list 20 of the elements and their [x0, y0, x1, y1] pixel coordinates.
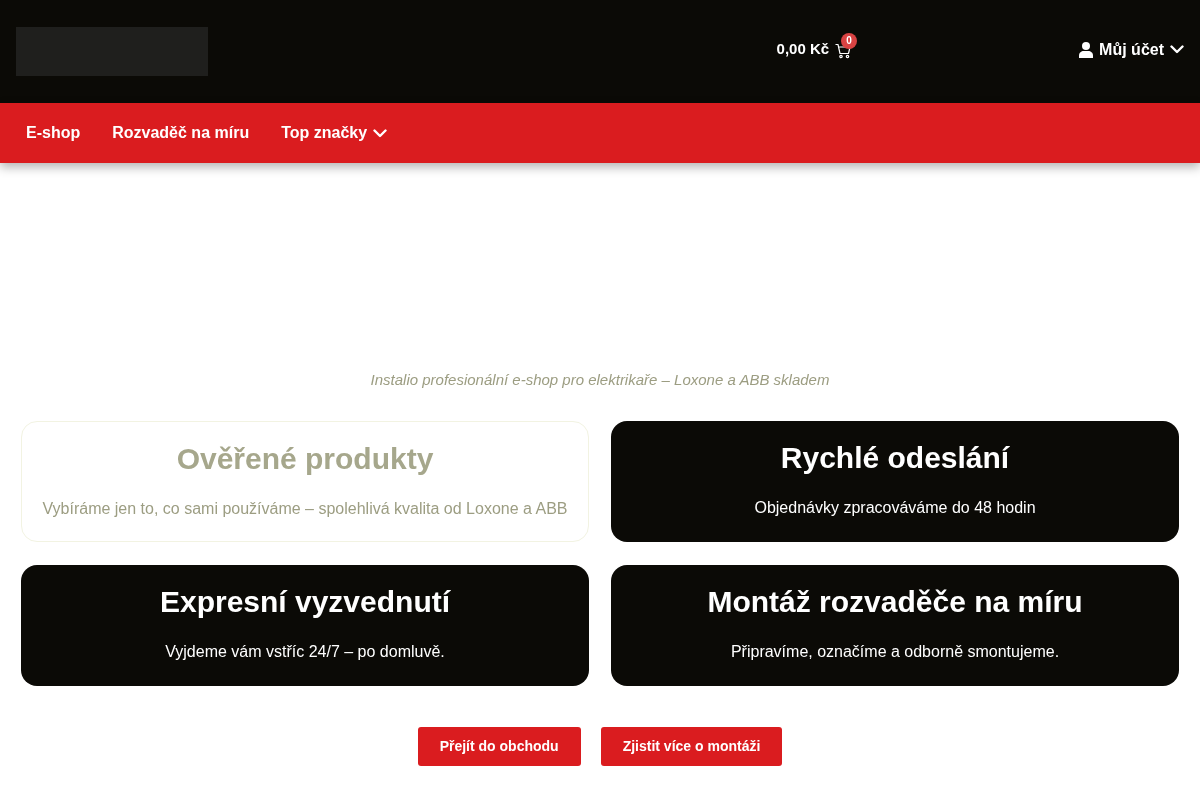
feature-title: Expresní vyzvednutí	[159, 584, 451, 620]
user-icon	[1079, 41, 1094, 58]
feature-text: Vyjdeme vám vstříc 24/7 – po domluvě.	[165, 642, 445, 662]
feature-title: Montáž rozvaděče na míru	[707, 584, 1083, 620]
tagline: Instalio profesionální e-shop pro elektrikaře – Loxone a ABB skladem	[369, 370, 831, 390]
nav-link[interactable]: E-shop	[26, 121, 81, 145]
cart-icon[interactable]	[835, 42, 852, 59]
feature-text: Objednávky zpracováváme do 48 hodin	[754, 498, 1036, 518]
nav-link[interactable]: Rozvaděč na míru	[112, 121, 250, 145]
cart-count-badge: 0	[841, 32, 858, 49]
cta-button[interactable]: Zjistit více o montáži	[600, 727, 783, 766]
chevron-down-icon	[1170, 45, 1184, 54]
feature-text: Připravíme, označíme a odborně smontujeme.	[730, 642, 1060, 662]
feature-title: Ověřené produkty	[176, 441, 434, 477]
cart-total-link[interactable]: 0,00 Kč	[776, 38, 830, 61]
feature-text: Vybíráme jen to, co sami používáme – spolehlivá kvalita od Loxone a ABB	[42, 499, 568, 519]
cta-button[interactable]: Přejít do obchodu	[417, 727, 581, 766]
feature-title: Rychlé odeslání	[780, 440, 1010, 476]
account-menu[interactable]: Můj účet	[1079, 37, 1184, 62]
nav-link[interactable]: Top značky	[281, 121, 388, 145]
